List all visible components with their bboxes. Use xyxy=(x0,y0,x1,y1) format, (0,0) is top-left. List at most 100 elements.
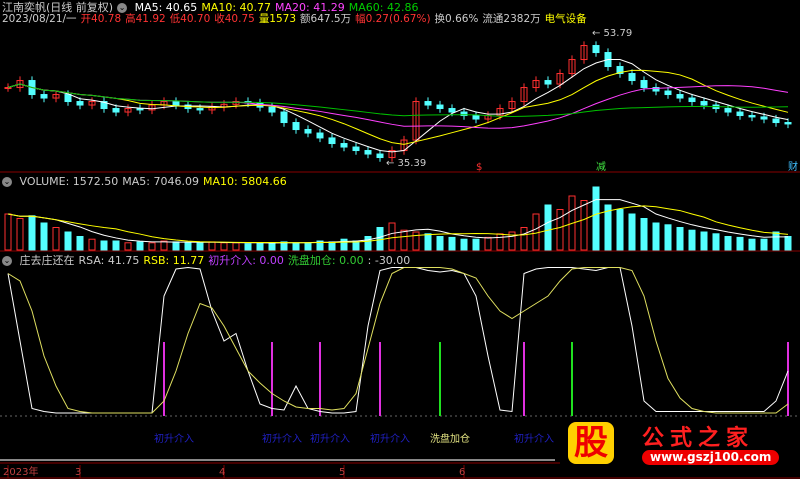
volume-bar xyxy=(340,238,348,251)
logo-url: www.gszj100.com xyxy=(642,450,780,465)
volume-bar xyxy=(616,209,624,251)
candle xyxy=(64,94,72,103)
dropdown-icon[interactable]: ⌄ xyxy=(2,177,12,187)
volume-bar xyxy=(364,236,372,251)
watermark-logo: 股 公式之家 www.gszj100.com xyxy=(560,418,800,468)
volume-bar xyxy=(448,236,456,251)
volume-bar xyxy=(748,238,756,251)
volume-bar xyxy=(400,229,408,251)
volume-bar xyxy=(592,186,600,251)
candle xyxy=(172,101,180,106)
candle xyxy=(304,129,312,134)
candle xyxy=(292,122,300,131)
close: 收40.75 xyxy=(214,13,255,25)
date: 2023/08/21/一 xyxy=(2,13,77,25)
volume-bar xyxy=(88,238,96,251)
volume-bar xyxy=(736,236,744,251)
sector: 电气设备 xyxy=(544,13,587,25)
logo-name: 公式之家 xyxy=(642,426,755,451)
volume-bar xyxy=(328,241,336,251)
volume-bar xyxy=(424,233,432,251)
volume-bar xyxy=(304,242,312,251)
rsb-value: RSB: 11.77 xyxy=(143,254,205,267)
candle xyxy=(328,137,336,145)
candle xyxy=(340,143,348,148)
candle xyxy=(196,108,204,111)
dropdown-icon[interactable]: ⌄ xyxy=(2,256,12,266)
vol-ma5: MA5: 7046.09 xyxy=(122,175,199,188)
volume-bar xyxy=(52,227,60,251)
volume-bar xyxy=(184,242,192,251)
low: 低40.70 xyxy=(169,13,211,25)
signal-label: 初升介入 xyxy=(262,432,302,445)
candle xyxy=(784,122,792,125)
candle xyxy=(112,108,120,113)
candle xyxy=(676,94,684,99)
candle xyxy=(316,132,324,139)
candle xyxy=(76,101,84,106)
entry-value: 初升介入: 0.00 xyxy=(208,254,284,267)
volume-bar xyxy=(388,222,396,251)
axis-label: 5 xyxy=(339,467,345,478)
extra-value: : -30.00 xyxy=(367,254,411,267)
axis-label: 6 xyxy=(459,467,465,478)
volume-bar xyxy=(136,241,144,251)
candle xyxy=(592,45,600,54)
volume-bar xyxy=(544,204,552,251)
rsb-line xyxy=(7,267,789,414)
open: 开40.78 xyxy=(80,13,122,25)
volume-bar xyxy=(16,218,24,251)
volume-bar xyxy=(580,200,588,251)
max-price-label: ← 53.79 xyxy=(592,28,632,39)
volume-bar xyxy=(688,229,696,251)
volume-bar xyxy=(244,243,252,251)
volume-bar xyxy=(112,240,120,251)
high: 高41.92 xyxy=(125,13,166,25)
volume-bar xyxy=(40,222,48,251)
candle xyxy=(352,146,360,152)
candle xyxy=(364,150,372,155)
volume-bar xyxy=(76,236,84,251)
volume-bar xyxy=(64,231,72,251)
volume-bar xyxy=(460,238,468,251)
logo-mark: 股 xyxy=(568,422,614,464)
volume-bar xyxy=(232,242,240,251)
candle xyxy=(136,108,144,111)
volume-bar xyxy=(220,242,228,251)
candle xyxy=(268,106,276,113)
candle xyxy=(640,80,648,89)
candle xyxy=(544,80,552,85)
volume-bar xyxy=(556,209,564,251)
volume-bar xyxy=(496,233,504,251)
signal-label: 初升介入 xyxy=(310,432,350,445)
rsa-value: RSA: 41.75 xyxy=(78,254,140,267)
volume-bar xyxy=(4,213,12,251)
volume-bar xyxy=(172,241,180,251)
volume-bar xyxy=(676,227,684,251)
volume-bar xyxy=(484,236,492,251)
candle xyxy=(472,115,480,120)
volume-bar xyxy=(532,213,540,251)
volume-bar xyxy=(412,231,420,251)
candle xyxy=(4,87,12,90)
candle xyxy=(280,111,288,124)
volume: 量1573 xyxy=(258,13,297,25)
dropdown-icon[interactable]: ⌄ xyxy=(117,3,128,13)
candle xyxy=(448,108,456,113)
candle xyxy=(700,101,708,106)
candle xyxy=(40,94,48,99)
vol-ma10: MA10: 5804.66 xyxy=(202,175,287,188)
candle xyxy=(760,116,768,120)
axis-label: 3 xyxy=(75,467,81,478)
candle xyxy=(688,97,696,103)
min-price-label: ← 35.39 xyxy=(386,158,426,169)
volume-header: ⌄ VOLUME: 1572.50 MA5: 7046.09 MA10: 5804.… xyxy=(2,175,291,188)
signal-label: 初升介入 xyxy=(370,432,410,445)
volume-bar xyxy=(772,231,780,251)
chart-area[interactable]: ← 53.79← 35.39 $ 减财初升介入 初升介入 初升介入 初升介入 洗盘加仓 初升介… xyxy=(0,0,800,479)
volume-bar xyxy=(100,240,108,251)
volume-bar xyxy=(256,242,264,251)
event-mark: $ xyxy=(476,162,482,173)
volume-value: VOLUME: 1572.50 xyxy=(19,175,119,188)
candle xyxy=(628,73,636,82)
